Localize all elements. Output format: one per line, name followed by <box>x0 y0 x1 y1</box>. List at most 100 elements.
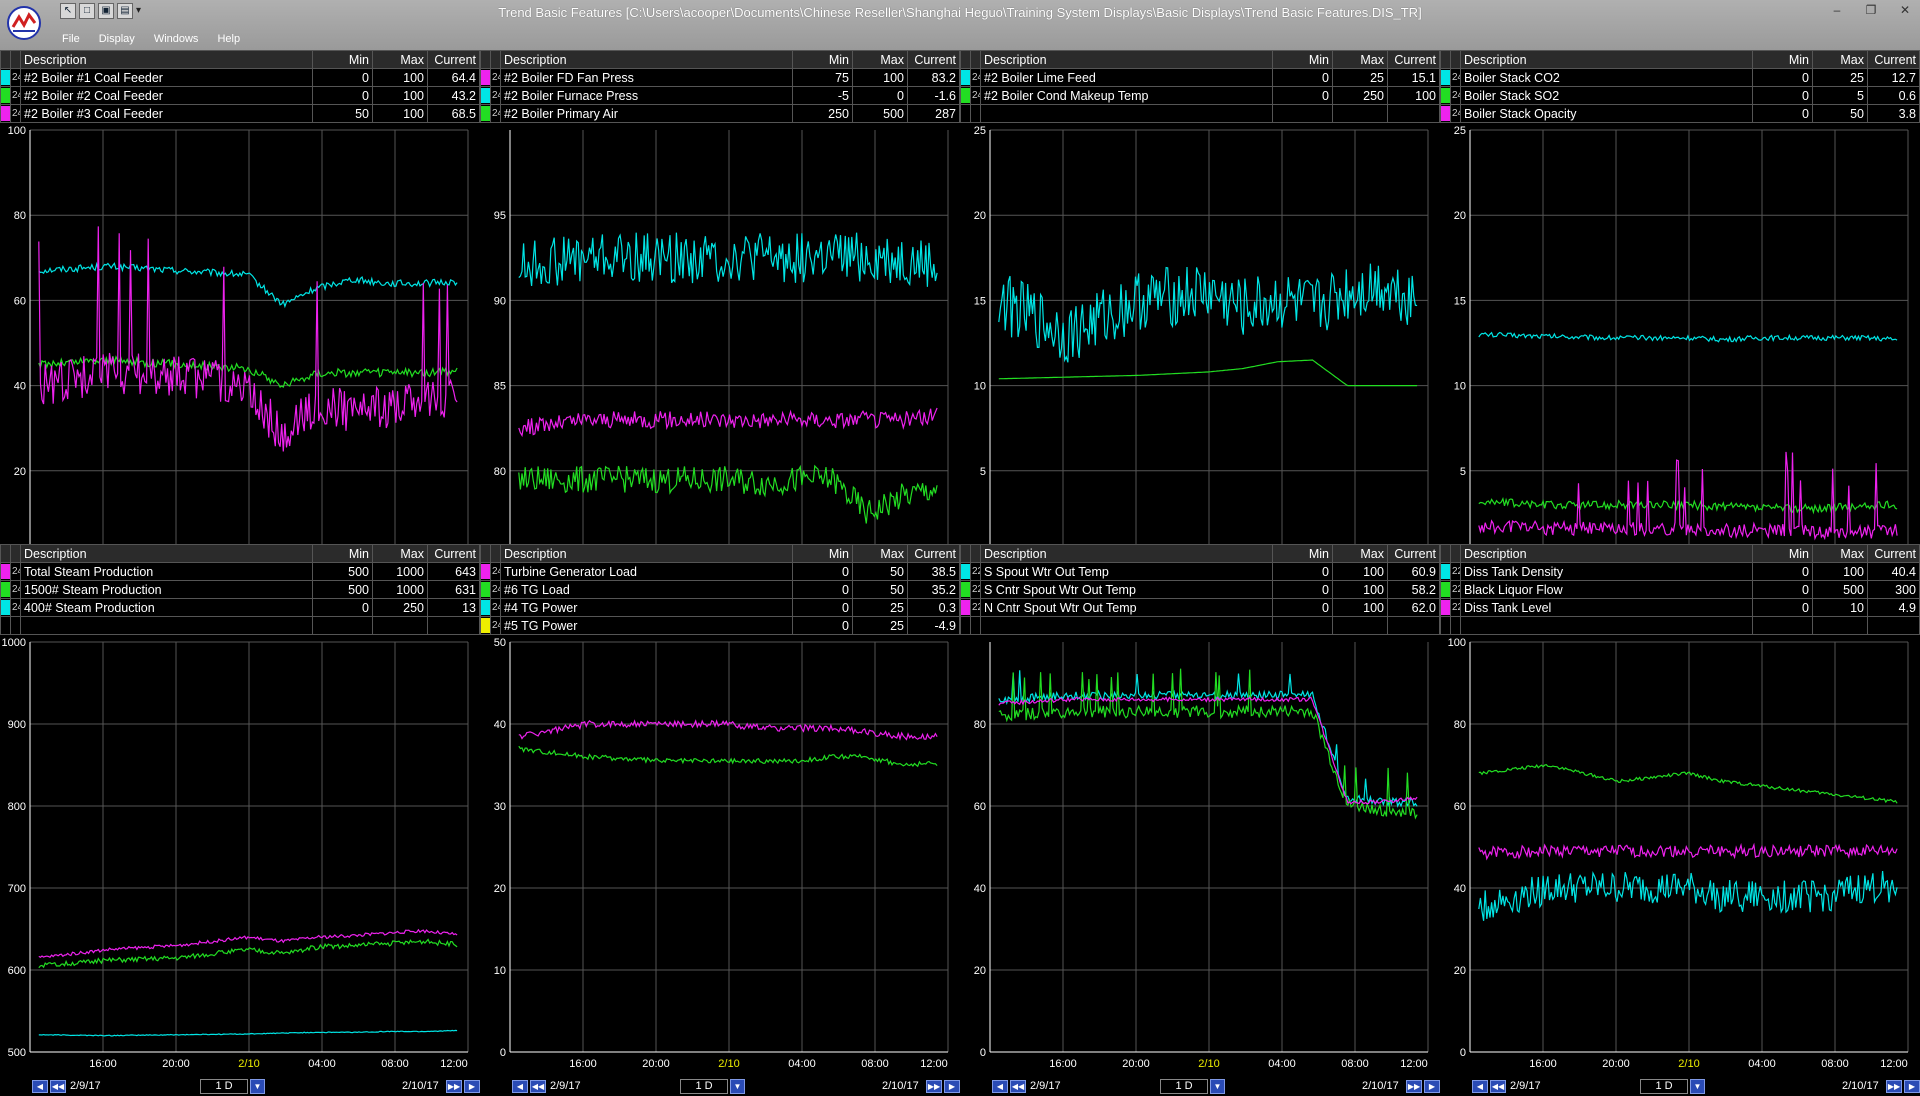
header-swatch[interactable] <box>0 50 11 69</box>
trend-chart[interactable]: 02040608010016:0020:002/1004:0008:0012:0… <box>1440 634 1920 1078</box>
pen-row[interactable]: 24#2 Boiler #3 Coal Feeder5010068.5 <box>0 104 480 123</box>
pen-color-swatch-icon[interactable] <box>1441 600 1450 615</box>
pen-color-swatch-icon[interactable] <box>1441 106 1450 121</box>
chevron-down-icon[interactable]: ▼ <box>1210 1079 1225 1094</box>
time-span-select[interactable]: 1 D <box>680 1079 728 1094</box>
header-swatch[interactable] <box>960 544 971 563</box>
header-current[interactable]: Current <box>1387 544 1440 563</box>
pen-row[interactable] <box>0 616 480 635</box>
pen-row[interactable]: 22Diss Tank Level0104.9 <box>1440 598 1920 617</box>
header-description[interactable]: Description <box>1460 544 1753 563</box>
pen-color-swatch-icon[interactable] <box>481 70 490 85</box>
scroll-forward-icon[interactable]: ▶ <box>1904 1080 1920 1093</box>
pen-row[interactable]: 24#2 Boiler Cond Makeup Temp0250100 <box>960 86 1440 105</box>
header-id[interactable] <box>490 544 501 563</box>
pen-color-swatch-icon[interactable] <box>1 88 10 103</box>
header-description[interactable]: Description <box>20 50 313 69</box>
pen-color-swatch-icon[interactable] <box>961 600 970 615</box>
header-id[interactable] <box>490 50 501 69</box>
header-description[interactable]: Description <box>500 50 793 69</box>
pen-row[interactable] <box>960 616 1440 635</box>
pen-row[interactable]: 24Boiler Stack CO202512.7 <box>1440 68 1920 87</box>
pen-color-swatch-icon[interactable] <box>1 564 10 579</box>
scroll-back-icon[interactable]: ◀ <box>32 1080 48 1093</box>
header-id[interactable] <box>1450 544 1461 563</box>
header-current[interactable]: Current <box>1867 544 1920 563</box>
pen-color-swatch-icon[interactable] <box>961 88 970 103</box>
page-forward-icon[interactable]: ▶▶ <box>926 1080 942 1093</box>
pen-row[interactable]: 22Diss Tank Density010040.4 <box>1440 562 1920 581</box>
pen-row[interactable]: 24#6 TG Load05035.2 <box>480 580 960 599</box>
scroll-forward-icon[interactable]: ▶ <box>464 1080 480 1093</box>
pen-color-swatch-icon[interactable] <box>1 70 10 85</box>
trend-chart[interactable]: 500 600 700 800 900 1000 16:00 20:00 2/10 04:00 08… <box>0 634 480 1078</box>
header-min[interactable]: Min <box>312 50 373 69</box>
pen-row[interactable]: 24Turbine Generator Load05038.5 <box>480 562 960 581</box>
header-max[interactable]: Max <box>1812 50 1868 69</box>
pen-color-swatch-icon[interactable] <box>481 88 490 103</box>
header-current[interactable]: Current <box>1387 50 1440 69</box>
header-current[interactable]: Current <box>427 50 480 69</box>
pen-row[interactable]: 22S Spout Wtr Out Temp010060.9 <box>960 562 1440 581</box>
header-min[interactable]: Min <box>1752 50 1813 69</box>
time-span-select[interactable]: 1 D <box>1640 1079 1688 1094</box>
header-swatch[interactable] <box>1440 50 1451 69</box>
pen-row[interactable]: 241500# Steam Production5001000631 <box>0 580 480 599</box>
trend-chart[interactable]: 02040608010016:0020:002/1004:0008:0012:0… <box>0 122 480 582</box>
pen-color-swatch-icon[interactable] <box>961 582 970 597</box>
pen-color-swatch-icon[interactable] <box>1441 582 1450 597</box>
pen-row[interactable]: 24Boiler Stack Opacity0503.8 <box>1440 104 1920 123</box>
header-swatch[interactable] <box>480 544 491 563</box>
header-max[interactable]: Max <box>1332 50 1388 69</box>
close-icon[interactable]: ✕ <box>1898 3 1912 17</box>
header-min[interactable]: Min <box>1272 50 1333 69</box>
scroll-back-icon[interactable]: ◀ <box>512 1080 528 1093</box>
pen-row[interactable]: 24#2 Boiler #1 Coal Feeder010064.4 <box>0 68 480 87</box>
page-back-icon[interactable]: ◀◀ <box>50 1080 66 1093</box>
pen-color-swatch-icon[interactable] <box>1 106 10 121</box>
header-current[interactable]: Current <box>1867 50 1920 69</box>
trend-chart[interactable]: 0 10 20 30 40 50 16:00 20:00 2/10 04:00 08:00 12:00 <box>480 634 960 1078</box>
pen-color-swatch-icon[interactable] <box>481 618 490 633</box>
header-swatch[interactable] <box>1440 544 1451 563</box>
header-description[interactable]: Description <box>980 50 1273 69</box>
pen-color-swatch-icon[interactable] <box>1 582 10 597</box>
menu-help[interactable]: Help <box>217 33 259 45</box>
trend-chart[interactable]: 758085909516:0020:002/1004:0008:0012:00 <box>480 122 960 582</box>
pen-color-swatch-icon[interactable] <box>481 600 490 615</box>
header-swatch[interactable] <box>480 50 491 69</box>
pen-color-swatch-icon[interactable] <box>961 564 970 579</box>
trend-chart[interactable]: 0 20 40 60 80 16:00 20:00 2/10 04:00 08:00 12:00 <box>960 634 1440 1078</box>
minimize-icon[interactable]: – <box>1830 3 1844 17</box>
chevron-down-icon[interactable]: ▼ <box>730 1079 745 1094</box>
pen-color-swatch-icon[interactable] <box>1441 70 1450 85</box>
pen-color-swatch-icon[interactable] <box>481 564 490 579</box>
pen-row[interactable]: 24#4 TG Power0250.3 <box>480 598 960 617</box>
header-max[interactable]: Max <box>1812 544 1868 563</box>
chevron-down-icon[interactable]: ▼ <box>250 1079 265 1094</box>
pen-row[interactable]: 24#2 Boiler FD Fan Press7510083.2 <box>480 68 960 87</box>
header-description[interactable]: Description <box>980 544 1273 563</box>
header-current[interactable]: Current <box>427 544 480 563</box>
trend-chart[interactable]: 051015202516:0020:002/1004:0008:0012:00 <box>1440 122 1920 582</box>
scroll-forward-icon[interactable]: ▶ <box>944 1080 960 1093</box>
header-swatch[interactable] <box>0 544 11 563</box>
page-forward-icon[interactable]: ▶▶ <box>446 1080 462 1093</box>
header-min[interactable]: Min <box>792 50 853 69</box>
header-id[interactable] <box>1450 50 1461 69</box>
header-id[interactable] <box>970 50 981 69</box>
page-forward-icon[interactable]: ▶▶ <box>1886 1080 1902 1093</box>
header-max[interactable]: Max <box>852 544 908 563</box>
pen-row[interactable] <box>1440 616 1920 635</box>
pen-row[interactable]: 24Total Steam Production5001000643 <box>0 562 480 581</box>
header-min[interactable]: Min <box>1272 544 1333 563</box>
menu-windows[interactable]: Windows <box>154 33 218 45</box>
pen-row[interactable]: 24#5 TG Power025-4.9 <box>480 616 960 635</box>
pen-row[interactable]: 22Black Liquor Flow0500300 <box>1440 580 1920 599</box>
header-min[interactable]: Min <box>1752 544 1813 563</box>
header-max[interactable]: Max <box>1332 544 1388 563</box>
pen-color-swatch-icon[interactable] <box>481 582 490 597</box>
header-current[interactable]: Current <box>907 50 960 69</box>
scroll-forward-icon[interactable]: ▶ <box>1424 1080 1440 1093</box>
pen-color-swatch-icon[interactable] <box>961 70 970 85</box>
